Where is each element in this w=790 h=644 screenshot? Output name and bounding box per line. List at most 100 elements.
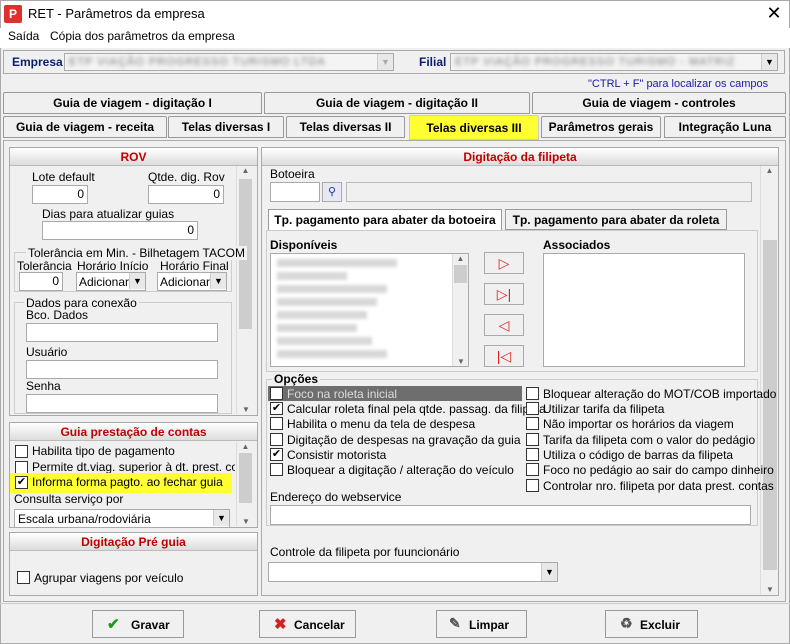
menu-copia-parametros[interactable]: Cópia dos parâmetros da empresa bbox=[50, 29, 235, 43]
calcular-roleta-checkbox[interactable]: ✔ bbox=[270, 402, 283, 415]
bloquear-mot-cob-checkbox[interactable] bbox=[526, 387, 539, 400]
filipeta-scrollbar[interactable]: ▲ ▼ bbox=[760, 166, 778, 594]
list-item[interactable] bbox=[277, 350, 387, 358]
scroll-down-icon[interactable]: ▼ bbox=[237, 405, 255, 414]
tab-digitacao-ii[interactable]: Guia de viagem - digitação II bbox=[264, 92, 530, 114]
codigo-barras-checkbox[interactable] bbox=[526, 448, 539, 461]
associados-label: Associados bbox=[543, 238, 611, 252]
limpar-label: Limpar bbox=[469, 618, 510, 632]
utilizar-tarifa-checkbox[interactable] bbox=[526, 402, 539, 415]
scroll-thumb[interactable] bbox=[763, 240, 777, 570]
tab-parametros-gerais[interactable]: Parâmetros gerais bbox=[541, 116, 661, 138]
habilita-menu-checkbox[interactable] bbox=[270, 417, 283, 430]
scroll-up-icon[interactable]: ▲ bbox=[453, 254, 468, 263]
scroll-up-icon[interactable]: ▲ bbox=[237, 442, 254, 451]
endereco-webservice-label: Endereço do webservice bbox=[270, 490, 402, 504]
endereco-webservice-input[interactable] bbox=[270, 505, 751, 525]
usuario-input[interactable] bbox=[26, 360, 218, 379]
close-icon[interactable]: ✕ bbox=[760, 2, 788, 24]
list-item[interactable] bbox=[277, 337, 372, 345]
scroll-up-icon[interactable]: ▲ bbox=[237, 166, 254, 175]
app-logo-icon: P bbox=[4, 5, 22, 23]
consistir-motorista-label: Consistir motorista bbox=[287, 448, 387, 462]
controle-filipeta-select[interactable]: ▼ bbox=[268, 562, 558, 582]
senha-label: Senha bbox=[26, 379, 61, 393]
tab-telas-iii[interactable]: Telas diversas III bbox=[409, 115, 539, 140]
menu-saida[interactable]: Saída bbox=[8, 29, 39, 43]
habilita-tipo-pagamento-checkbox[interactable] bbox=[15, 445, 28, 458]
scroll-up-icon[interactable]: ▲ bbox=[761, 166, 778, 175]
associados-list[interactable] bbox=[543, 253, 745, 367]
dias-label: Dias para atualizar guias bbox=[42, 207, 175, 221]
tab-telas-i[interactable]: Telas diversas I bbox=[168, 116, 284, 138]
add-all-arrow-icon[interactable]: ▷| bbox=[484, 283, 524, 305]
consistir-motorista-checkbox[interactable]: ✔ bbox=[270, 448, 283, 461]
chevron-down-icon: ▼ bbox=[213, 510, 229, 526]
disponiveis-scrollbar[interactable]: ▲ ▼ bbox=[452, 254, 468, 366]
gravar-label: Gravar bbox=[131, 618, 170, 632]
bloquear-veiculo-label: Bloquear a digitação / alteração do veíc… bbox=[287, 463, 514, 477]
list-item[interactable] bbox=[277, 259, 397, 267]
agrupar-viagens-checkbox[interactable] bbox=[17, 571, 30, 584]
informa-forma-pagto-checkbox[interactable]: ✔ bbox=[15, 476, 28, 489]
remove-all-arrow-icon[interactable]: |◁ bbox=[484, 345, 524, 367]
cancelar-button[interactable]: ✖ Cancelar bbox=[259, 610, 356, 638]
disponiveis-list[interactable] bbox=[270, 253, 469, 367]
controlar-nro-filipeta-label: Controlar nro. filipeta por data prest. … bbox=[543, 479, 774, 493]
subtab-botoeira[interactable]: Tp. pagamento para abater da botoeira bbox=[268, 209, 502, 231]
bloquear-veiculo-checkbox[interactable] bbox=[270, 463, 283, 476]
scroll-thumb[interactable] bbox=[239, 453, 252, 503]
tab-integracao-luna[interactable]: Integração Luna bbox=[664, 116, 786, 138]
prestacao-header: Guia prestação de contas bbox=[10, 423, 257, 441]
rov-scrollbar[interactable]: ▲ ▼ bbox=[236, 166, 254, 414]
habilita-menu-label: Habilita o menu da tela de despesa bbox=[287, 417, 476, 431]
add-one-arrow-icon[interactable]: ▷ bbox=[484, 252, 524, 274]
broom-icon: ✎ bbox=[449, 615, 461, 631]
empresa-combo[interactable]: ETP VIAÇÃO PROGRESSO TURISMO LTDA ▼ bbox=[64, 53, 394, 71]
excluir-button[interactable]: ♻ Excluir bbox=[605, 610, 698, 638]
tab-digitacao-i[interactable]: Guia de viagem - digitação I bbox=[3, 92, 262, 114]
consulta-servico-select[interactable]: Escala urbana/rodoviária ▼ bbox=[14, 509, 230, 528]
agrupar-viagens-label: Agrupar viagens por veículo bbox=[34, 571, 184, 585]
scroll-down-icon[interactable]: ▼ bbox=[453, 357, 469, 366]
dias-input[interactable]: 0 bbox=[42, 221, 198, 240]
lote-input[interactable]: 0 bbox=[32, 185, 88, 204]
binoculars-icon[interactable]: ⚲ bbox=[322, 182, 342, 202]
list-item[interactable] bbox=[277, 285, 387, 293]
pre-guia-panel: Digitação Pré guia bbox=[9, 532, 258, 596]
foco-pedagio-label: Foco no pedágio ao sair do campo dinheir… bbox=[543, 463, 774, 477]
window-title: RET - Parâmetros da empresa bbox=[28, 6, 205, 21]
bco-dados-input[interactable] bbox=[26, 323, 218, 342]
qtde-input[interactable]: 0 bbox=[148, 185, 224, 204]
digitacao-despesas-checkbox[interactable] bbox=[270, 433, 283, 446]
scroll-down-icon[interactable]: ▼ bbox=[761, 585, 779, 594]
subtab-roleta[interactable]: Tp. pagamento para abater da roleta bbox=[505, 209, 727, 230]
prestacao-scrollbar[interactable]: ▲ ▼ bbox=[236, 442, 254, 526]
tab-receita[interactable]: Guia de viagem - receita bbox=[3, 116, 167, 138]
controlar-nro-filipeta-checkbox[interactable] bbox=[526, 479, 539, 492]
remove-one-arrow-icon[interactable]: ◁ bbox=[484, 314, 524, 336]
horario-final-select[interactable]: Adicionar ▼ bbox=[157, 272, 227, 291]
limpar-button[interactable]: ✎ Limpar bbox=[436, 610, 527, 638]
rov-header: ROV bbox=[10, 148, 257, 166]
pre-guia-header: Digitação Pré guia bbox=[10, 533, 257, 551]
list-item[interactable] bbox=[277, 311, 367, 319]
nao-importar-horarios-checkbox[interactable] bbox=[526, 417, 539, 430]
tolerancia-input[interactable]: 0 bbox=[19, 272, 63, 291]
informa-forma-pagto-label: Informa forma pagto. ao fechar guia bbox=[32, 475, 223, 489]
list-item[interactable] bbox=[277, 298, 377, 306]
foco-pedagio-checkbox[interactable] bbox=[526, 463, 539, 476]
list-item[interactable] bbox=[277, 272, 347, 280]
scroll-down-icon[interactable]: ▼ bbox=[237, 517, 255, 526]
filial-combo[interactable]: ETP VIAÇÃO PROGRESSO TURISMO - MATRIZ ▼ bbox=[450, 53, 778, 71]
horario-inicio-select[interactable]: Adicionar ▼ bbox=[76, 272, 146, 291]
gravar-button[interactable]: ✔ Gravar bbox=[92, 610, 184, 638]
scroll-thumb[interactable] bbox=[454, 265, 467, 283]
senha-input[interactable] bbox=[26, 394, 218, 413]
list-item[interactable] bbox=[277, 324, 357, 332]
tarifa-pedagio-checkbox[interactable] bbox=[526, 433, 539, 446]
foco-roleta-checkbox[interactable] bbox=[270, 387, 283, 400]
tab-telas-ii[interactable]: Telas diversas II bbox=[286, 116, 405, 138]
botoeira-input[interactable] bbox=[270, 182, 320, 202]
tab-controles[interactable]: Guia de viagem - controles bbox=[532, 92, 786, 114]
